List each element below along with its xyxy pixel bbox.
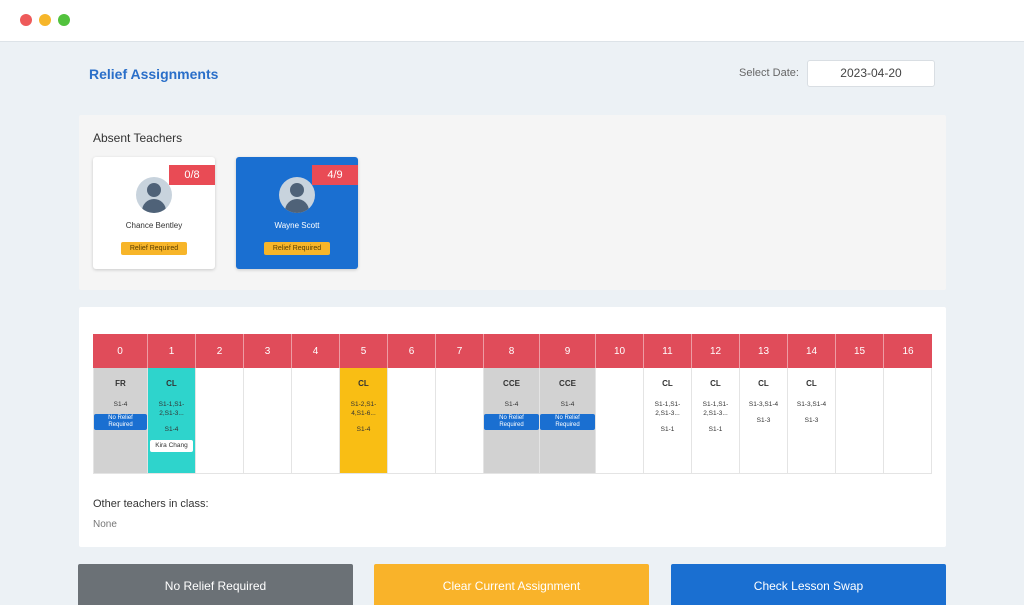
period-slot[interactable]: CL S1-3,S1-4 S1-3 (788, 368, 836, 474)
avatar-icon (136, 177, 172, 213)
window-titlebar (0, 0, 1024, 42)
teacher-name: Wayne Scott (274, 221, 320, 230)
period-slot[interactable]: CL S1-3,S1-4 S1-3 (740, 368, 788, 474)
date-input[interactable]: 2023-04-20 (807, 60, 935, 87)
period-header: 2 (196, 334, 244, 368)
teacher-card-selected[interactable]: 4/9 Wayne Scott Relief Required (236, 157, 358, 269)
slot-subject: CCE (559, 379, 576, 388)
slot-subject: FR (115, 379, 126, 388)
slot-subject: CL (358, 379, 369, 388)
period-header: 5 (340, 334, 388, 368)
period-slot[interactable]: CL S1-2,S1-4,S1-6... S1-4 (340, 368, 388, 474)
period-header: 12 (692, 334, 740, 368)
avatar-icon (279, 177, 315, 213)
slot-classes: S1-1,S1-2,S1-3... (654, 401, 681, 417)
relief-count-badge: 0/8 (169, 165, 215, 185)
no-relief-required-badge: No Relief Required (94, 414, 147, 430)
relief-count-badge: 4/9 (312, 165, 358, 185)
period-header: 13 (740, 334, 788, 368)
slot-class: S1-3 (756, 417, 771, 424)
slot-classes: S1-3,S1-4 (748, 401, 779, 408)
slot-subject: CL (166, 379, 177, 388)
teacher-card[interactable]: 0/8 Chance Bentley Relief Required (93, 157, 215, 269)
period-slot (884, 368, 932, 474)
period-slot (196, 368, 244, 474)
period-slot (596, 368, 644, 474)
period-slot (244, 368, 292, 474)
close-window-button[interactable] (20, 14, 32, 26)
period-slot[interactable]: CL S1-1,S1-2,S1-3... S1-1 (644, 368, 692, 474)
period-slot[interactable]: CCE S1-4 No Relief Required (540, 368, 596, 474)
period-slot-row: FR S1-4 No Relief Required CL S1-1,S1-2,S1-3… (93, 368, 932, 474)
slot-subject: CL (662, 379, 673, 388)
other-teachers-value: None (93, 519, 117, 530)
period-header: 0 (93, 334, 148, 368)
slot-subject: CL (806, 379, 817, 388)
slot-classes: S1-4 (560, 401, 575, 408)
absent-teachers-title: Absent Teachers (93, 131, 183, 145)
period-slot[interactable]: CL S1-1,S1-2,S1-3... S1-4 Kira Chang (148, 368, 196, 474)
slot-classes: S1-4 (504, 401, 519, 408)
slot-class: S1-3 (804, 417, 819, 424)
period-header: 9 (540, 334, 596, 368)
period-header-row: 0 1 2 3 4 5 6 7 8 9 10 11 12 13 14 15 16 (93, 334, 932, 368)
slot-class: S1-4 (164, 426, 179, 433)
period-slot[interactable]: FR S1-4 No Relief Required (93, 368, 148, 474)
slot-class: S1-4 (356, 426, 371, 433)
no-relief-required-badge: No Relief Required (484, 414, 539, 430)
period-slot (388, 368, 436, 474)
absent-teachers-panel: Absent Teachers 0/8 Chance Bentley Relie… (79, 115, 946, 290)
other-teachers-label: Other teachers in class: (93, 498, 209, 510)
maximize-window-button[interactable] (58, 14, 70, 26)
period-header: 7 (436, 334, 484, 368)
period-slot (436, 368, 484, 474)
slot-classes: S1-2,S1-4,S1-6... (350, 401, 377, 417)
slot-classes: S1-1,S1-2,S1-3... (702, 401, 729, 417)
slot-subject: CCE (503, 379, 520, 388)
period-header: 6 (388, 334, 436, 368)
assigned-teacher-chip[interactable]: Kira Chang (150, 440, 193, 452)
slot-classes: S1-4 (113, 401, 128, 408)
date-label: Select Date: (739, 67, 799, 79)
relief-required-tag: Relief Required (264, 242, 330, 255)
slot-subject: CL (710, 379, 721, 388)
period-header: 15 (836, 334, 884, 368)
no-relief-required-badge: No Relief Required (540, 414, 595, 430)
check-lesson-swap-button[interactable]: Check Lesson Swap (671, 564, 946, 605)
teacher-name: Chance Bentley (125, 221, 183, 230)
relief-required-tag: Relief Required (121, 242, 187, 255)
period-header: 1 (148, 334, 196, 368)
slot-subject: CL (758, 379, 769, 388)
period-header: 10 (596, 334, 644, 368)
page-title: Relief Assignments (89, 66, 219, 82)
slot-class: S1-1 (708, 426, 723, 433)
period-header: 4 (292, 334, 340, 368)
timetable-panel: 0 1 2 3 4 5 6 7 8 9 10 11 12 13 14 15 16 FR S1-4 No Relief… (79, 307, 946, 547)
period-header: 11 (644, 334, 692, 368)
slot-classes: S1-3,S1-4 (796, 401, 827, 408)
slot-class: S1-1 (660, 426, 675, 433)
period-header: 3 (244, 334, 292, 368)
period-header: 8 (484, 334, 540, 368)
period-slot (292, 368, 340, 474)
period-header: 16 (902, 345, 914, 357)
no-relief-required-button[interactable]: No Relief Required (78, 564, 353, 605)
slot-classes: S1-1,S1-2,S1-3... (158, 401, 185, 417)
period-header: 14 (788, 334, 836, 368)
period-slot[interactable]: CL S1-1,S1-2,S1-3... S1-1 (692, 368, 740, 474)
period-slot[interactable]: CCE S1-4 No Relief Required (484, 368, 540, 474)
minimize-window-button[interactable] (39, 14, 51, 26)
clear-current-assignment-button[interactable]: Clear Current Assignment (374, 564, 649, 605)
period-slot (836, 368, 884, 474)
